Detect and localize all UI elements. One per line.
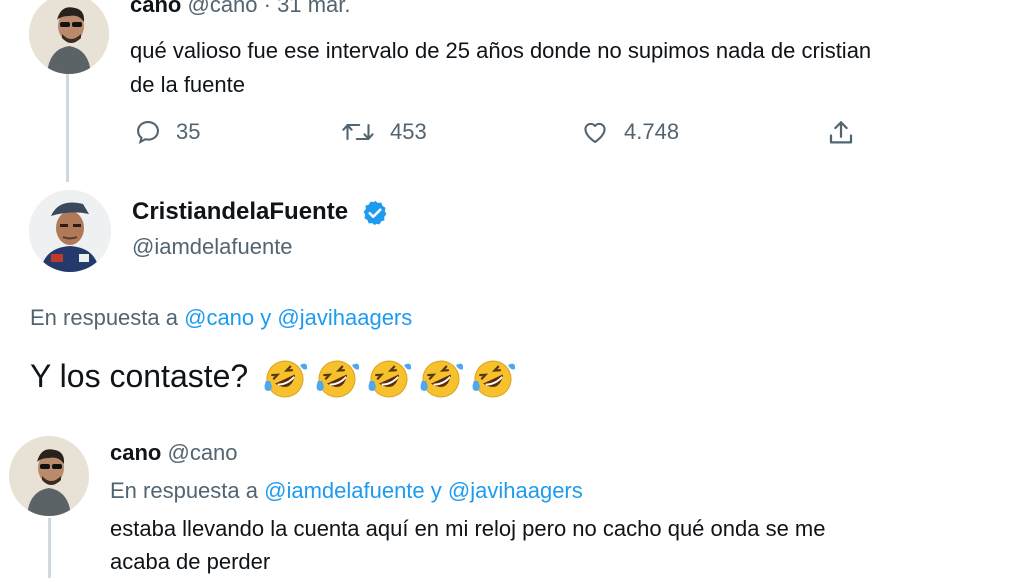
heart-icon [584,122,606,143]
reply-context: En respuesta a @cano y @javihaagers [30,305,412,331]
mention-link[interactable]: @javihaagers [448,478,583,503]
avatar-cano[interactable] [9,436,89,516]
like-action[interactable]: 4.748 [580,118,679,146]
share-icon [829,121,853,144]
tweet-date[interactable]: 31 mar. [277,0,350,17]
mention-link[interactable]: @javihaagers [277,305,412,330]
author-name[interactable]: CristiandelaFuente [132,198,348,225]
tweet-text: estaba llevando la cuenta aquí en mi rel… [110,512,825,578]
author-name[interactable]: cano [110,440,161,465]
rolling-on-the-floor-laughing-emoji [367,357,412,401]
tweet-text-line: qué valioso fue ese intervalo de 25 años… [130,38,872,63]
tweet-text-line: de la fuente [130,72,245,97]
reply-prefix: En respuesta a [30,305,178,330]
share-button[interactable] [826,118,856,153]
tweet-text: Y los contaste? [30,352,523,401]
reply-prefix: En respuesta a [110,478,258,503]
author-handle[interactable]: @cano [167,440,237,465]
tweet-header: cano @cano · 31 mar. [130,0,350,18]
reply-action[interactable]: 35 [134,118,200,146]
avatar-cristiandelafuente[interactable] [29,190,111,272]
rolling-on-the-floor-laughing-emoji [263,357,308,401]
emoji-row [263,358,523,398]
author-row: CristiandelaFuente [132,198,389,227]
retweet-count: 453 [390,119,427,144]
author-handle[interactable]: @cano [187,0,257,17]
tweet-text: qué valioso fue ese intervalo de 25 años… [130,34,871,102]
rolling-on-the-floor-laughing-emoji [315,357,360,401]
reply-count: 35 [176,119,201,144]
rolling-on-the-floor-laughing-emoji [419,357,464,401]
tweet-header: cano @cano [110,440,238,466]
author-name[interactable]: cano [130,0,181,17]
reply-icon [137,121,159,144]
tweet-text-line: acaba de perder [110,549,271,574]
avatar-cano[interactable] [29,0,109,74]
thread-line [66,72,69,182]
mention-link[interactable]: @iamdelafuente [264,478,425,503]
reply-context: En respuesta a @iamdelafuente y @javihaa… [110,478,583,504]
separator: · [263,0,271,17]
like-count: 4.748 [624,119,680,144]
mention-conjunction: y [260,305,272,330]
verified-badge-icon [363,200,387,225]
tweet-text-content: Y los contaste? [30,358,249,394]
retweet-icon [342,123,374,141]
author-handle[interactable]: @iamdelafuente [132,234,293,260]
tweet-text-line: estaba llevando la cuenta aquí en mi rel… [110,516,826,541]
mention-link[interactable]: @cano [184,305,254,330]
mention-conjunction: y [430,478,442,503]
rolling-on-the-floor-laughing-emoji [471,357,516,401]
thread-line [48,518,51,578]
retweet-action[interactable]: 453 [340,118,427,146]
